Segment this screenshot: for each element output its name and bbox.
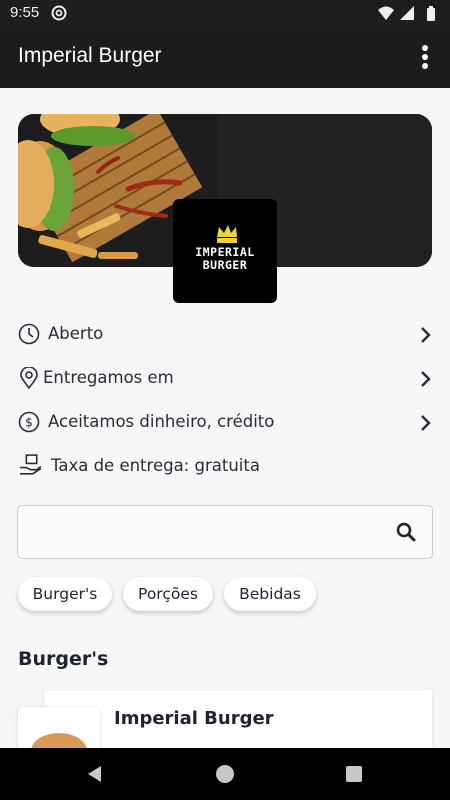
- search-box: [17, 505, 433, 559]
- info-row-hours[interactable]: Aberto: [18, 320, 432, 350]
- clock-icon: [18, 323, 40, 345]
- at-sign-icon: [51, 5, 67, 21]
- status-bar: 9:55: [0, 0, 450, 27]
- search-icon[interactable]: [396, 522, 416, 542]
- app-bar: Imperial Burger: [0, 27, 450, 88]
- location-pin-icon: [20, 367, 38, 389]
- chip-bebidas[interactable]: Bebidas: [224, 577, 316, 611]
- info-label-delivery-fee: Taxa de entrega: gratuita: [51, 456, 260, 475]
- home-icon[interactable]: [216, 765, 234, 783]
- chevron-right-icon: [421, 327, 431, 343]
- more-dot: [422, 63, 428, 69]
- app-title: Imperial Burger: [18, 44, 162, 67]
- chip-burgers[interactable]: Burger's: [18, 577, 112, 611]
- more-options-button[interactable]: [414, 43, 436, 71]
- chevron-right-icon: [421, 371, 431, 387]
- delivery-hand-icon: [20, 454, 42, 475]
- info-row-payment[interactable]: $ Aceitamos dinheiro, crédito: [18, 408, 432, 438]
- status-icons: [378, 6, 435, 21]
- info-label-payment: Aceitamos dinheiro, crédito: [48, 412, 275, 431]
- status-time: 9:55: [10, 4, 40, 21]
- more-dot: [422, 45, 428, 51]
- wifi-icon: [378, 6, 394, 20]
- product-name: Imperial Burger: [114, 708, 274, 729]
- back-icon[interactable]: [86, 765, 104, 783]
- logo-line2: BURGER: [202, 258, 248, 272]
- store-logo: IMPERIAL BURGER: [173, 199, 277, 303]
- chevron-right-icon: [421, 415, 431, 431]
- info-label-delivery-area: Entregamos em: [43, 368, 174, 387]
- more-dot: [422, 54, 428, 60]
- info-row-delivery-area[interactable]: Entregamos em: [18, 364, 432, 394]
- info-label-hours: Aberto: [48, 324, 104, 343]
- battery-icon: [427, 6, 435, 21]
- search-input[interactable]: [28, 518, 388, 546]
- section-title: Burger's: [18, 648, 109, 670]
- svg-text:$: $: [25, 416, 33, 430]
- dollar-icon: $: [18, 411, 40, 433]
- recent-apps-icon[interactable]: [346, 766, 362, 782]
- info-row-delivery-fee: Taxa de entrega: gratuita: [18, 452, 432, 482]
- signal-icon: [400, 6, 414, 20]
- chip-porcoes[interactable]: Porções: [123, 577, 213, 611]
- system-nav-bar: [0, 748, 450, 800]
